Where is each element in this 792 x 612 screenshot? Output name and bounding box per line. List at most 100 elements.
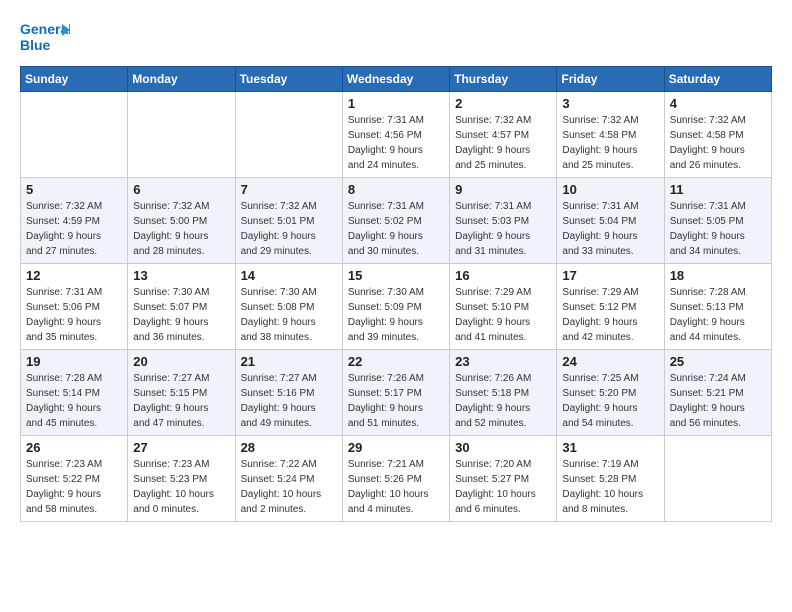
day-number: 1 xyxy=(348,96,444,111)
day-number: 25 xyxy=(670,354,766,369)
day-info: Sunrise: 7:27 AM Sunset: 5:15 PM Dayligh… xyxy=(133,371,229,431)
calendar-cell: 31 Sunrise: 7:19 AM Sunset: 5:28 PM Dayli… xyxy=(557,436,664,522)
day-header-tuesday: Tuesday xyxy=(235,67,342,92)
day-info: Sunrise: 7:27 AM Sunset: 5:16 PM Dayligh… xyxy=(241,371,337,431)
week-row-1: 1Sunrise: 7:31 AM Sunset: 4:56 PM Daylig… xyxy=(21,92,772,178)
day-info: Sunrise: 7:24 AM Sunset: 5:21 PM Dayligh… xyxy=(670,371,766,431)
day-number: 13 xyxy=(133,268,229,283)
day-info: Sunrise: 7:20 AM Sunset: 5:27 PM Dayligh… xyxy=(455,457,551,517)
day-number: 29 xyxy=(348,440,444,455)
day-number: 14 xyxy=(241,268,337,283)
day-info: Sunrise: 7:26 AM Sunset: 5:17 PM Dayligh… xyxy=(348,371,444,431)
calendar-cell xyxy=(664,436,771,522)
day-number: 5 xyxy=(26,182,122,197)
day-info: Sunrise: 7:30 AM Sunset: 5:07 PM Dayligh… xyxy=(133,285,229,345)
day-number: 30 xyxy=(455,440,551,455)
day-info: Sunrise: 7:32 AM Sunset: 5:01 PM Dayligh… xyxy=(241,199,337,259)
calendar-cell: 18Sunrise: 7:28 AM Sunset: 5:13 PM Dayli… xyxy=(664,264,771,350)
day-number: 4 xyxy=(670,96,766,111)
calendar-cell: 28 Sunrise: 7:22 AM Sunset: 5:24 PM Dayli… xyxy=(235,436,342,522)
day-info: Sunrise: 7:28 AM Sunset: 5:14 PM Dayligh… xyxy=(26,371,122,431)
day-info: Sunrise: 7:25 AM Sunset: 5:20 PM Dayligh… xyxy=(562,371,658,431)
calendar-cell: 8Sunrise: 7:31 AM Sunset: 5:02 PM Daylig… xyxy=(342,178,449,264)
day-info: Sunrise: 7:30 AM Sunset: 5:09 PM Dayligh… xyxy=(348,285,444,345)
day-header-row: SundayMondayTuesdayWednesdayThursdayFrid… xyxy=(21,67,772,92)
day-info: Sunrise: 7:32 AM Sunset: 4:58 PM Dayligh… xyxy=(562,113,658,173)
day-number: 21 xyxy=(241,354,337,369)
day-number: 3 xyxy=(562,96,658,111)
calendar-cell: 4 Sunrise: 7:32 AM Sunset: 4:58 PM Daylig… xyxy=(664,92,771,178)
day-info: Sunrise: 7:28 AM Sunset: 5:13 PM Dayligh… xyxy=(670,285,766,345)
day-number: 15 xyxy=(348,268,444,283)
day-number: 24 xyxy=(562,354,658,369)
logo-svg: General Blue xyxy=(20,16,70,56)
day-number: 22 xyxy=(348,354,444,369)
day-info: Sunrise: 7:31 AM Sunset: 5:03 PM Dayligh… xyxy=(455,199,551,259)
week-row-2: 5 Sunrise: 7:32 AM Sunset: 4:59 PM Daylig… xyxy=(21,178,772,264)
day-number: 27 xyxy=(133,440,229,455)
day-number: 9 xyxy=(455,182,551,197)
calendar-cell: 2Sunrise: 7:32 AM Sunset: 4:57 PM Daylig… xyxy=(450,92,557,178)
day-header-monday: Monday xyxy=(128,67,235,92)
calendar-cell: 14Sunrise: 7:30 AM Sunset: 5:08 PM Dayli… xyxy=(235,264,342,350)
day-number: 17 xyxy=(562,268,658,283)
day-header-saturday: Saturday xyxy=(664,67,771,92)
day-info: Sunrise: 7:31 AM Sunset: 5:02 PM Dayligh… xyxy=(348,199,444,259)
day-info: Sunrise: 7:29 AM Sunset: 5:12 PM Dayligh… xyxy=(562,285,658,345)
day-header-friday: Friday xyxy=(557,67,664,92)
svg-text:Blue: Blue xyxy=(20,37,51,53)
calendar-cell: 7 Sunrise: 7:32 AM Sunset: 5:01 PM Daylig… xyxy=(235,178,342,264)
day-number: 20 xyxy=(133,354,229,369)
day-info: Sunrise: 7:32 AM Sunset: 5:00 PM Dayligh… xyxy=(133,199,229,259)
day-info: Sunrise: 7:21 AM Sunset: 5:26 PM Dayligh… xyxy=(348,457,444,517)
day-number: 19 xyxy=(26,354,122,369)
calendar-cell: 15 Sunrise: 7:30 AM Sunset: 5:09 PM Dayli… xyxy=(342,264,449,350)
calendar-cell: 17 Sunrise: 7:29 AM Sunset: 5:12 PM Dayli… xyxy=(557,264,664,350)
day-number: 12 xyxy=(26,268,122,283)
calendar-cell xyxy=(128,92,235,178)
calendar-cell: 23 Sunrise: 7:26 AM Sunset: 5:18 PM Dayli… xyxy=(450,350,557,436)
day-info: Sunrise: 7:32 AM Sunset: 4:59 PM Dayligh… xyxy=(26,199,122,259)
calendar-header: SundayMondayTuesdayWednesdayThursdayFrid… xyxy=(21,67,772,92)
calendar-cell: 25 Sunrise: 7:24 AM Sunset: 5:21 PM Dayli… xyxy=(664,350,771,436)
day-header-sunday: Sunday xyxy=(21,67,128,92)
day-info: Sunrise: 7:26 AM Sunset: 5:18 PM Dayligh… xyxy=(455,371,551,431)
calendar-cell: 21 Sunrise: 7:27 AM Sunset: 5:16 PM Dayli… xyxy=(235,350,342,436)
calendar-cell: 1Sunrise: 7:31 AM Sunset: 4:56 PM Daylig… xyxy=(342,92,449,178)
day-header-thursday: Thursday xyxy=(450,67,557,92)
week-row-3: 12 Sunrise: 7:31 AM Sunset: 5:06 PM Dayli… xyxy=(21,264,772,350)
day-number: 10 xyxy=(562,182,658,197)
day-info: Sunrise: 7:19 AM Sunset: 5:28 PM Dayligh… xyxy=(562,457,658,517)
calendar-cell: 12 Sunrise: 7:31 AM Sunset: 5:06 PM Dayli… xyxy=(21,264,128,350)
day-info: Sunrise: 7:31 AM Sunset: 5:06 PM Dayligh… xyxy=(26,285,122,345)
day-header-wednesday: Wednesday xyxy=(342,67,449,92)
day-number: 31 xyxy=(562,440,658,455)
week-row-4: 19 Sunrise: 7:28 AM Sunset: 5:14 PM Dayli… xyxy=(21,350,772,436)
day-number: 7 xyxy=(241,182,337,197)
calendar-cell: 6 Sunrise: 7:32 AM Sunset: 5:00 PM Daylig… xyxy=(128,178,235,264)
calendar-cell xyxy=(235,92,342,178)
day-info: Sunrise: 7:32 AM Sunset: 4:58 PM Dayligh… xyxy=(670,113,766,173)
day-number: 16 xyxy=(455,268,551,283)
day-info: Sunrise: 7:22 AM Sunset: 5:24 PM Dayligh… xyxy=(241,457,337,517)
day-number: 23 xyxy=(455,354,551,369)
calendar-cell: 3 Sunrise: 7:32 AM Sunset: 4:58 PM Daylig… xyxy=(557,92,664,178)
day-info: Sunrise: 7:23 AM Sunset: 5:22 PM Dayligh… xyxy=(26,457,122,517)
day-number: 26 xyxy=(26,440,122,455)
day-number: 11 xyxy=(670,182,766,197)
calendar-table: SundayMondayTuesdayWednesdayThursdayFrid… xyxy=(20,66,772,522)
calendar-cell xyxy=(21,92,128,178)
week-row-5: 26 Sunrise: 7:23 AM Sunset: 5:22 PM Dayli… xyxy=(21,436,772,522)
calendar-cell: 10Sunrise: 7:31 AM Sunset: 5:04 PM Dayli… xyxy=(557,178,664,264)
day-number: 28 xyxy=(241,440,337,455)
day-info: Sunrise: 7:23 AM Sunset: 5:23 PM Dayligh… xyxy=(133,457,229,517)
calendar-page: General Blue SundayMondayTuesdayWednesda… xyxy=(0,0,792,538)
day-number: 6 xyxy=(133,182,229,197)
calendar-cell: 26 Sunrise: 7:23 AM Sunset: 5:22 PM Dayli… xyxy=(21,436,128,522)
calendar-cell: 27 Sunrise: 7:23 AM Sunset: 5:23 PM Dayli… xyxy=(128,436,235,522)
logo: General Blue xyxy=(20,16,70,56)
day-info: Sunrise: 7:31 AM Sunset: 5:05 PM Dayligh… xyxy=(670,199,766,259)
calendar-cell: 9 Sunrise: 7:31 AM Sunset: 5:03 PM Daylig… xyxy=(450,178,557,264)
calendar-cell: 24 Sunrise: 7:25 AM Sunset: 5:20 PM Dayli… xyxy=(557,350,664,436)
day-info: Sunrise: 7:32 AM Sunset: 4:57 PM Dayligh… xyxy=(455,113,551,173)
